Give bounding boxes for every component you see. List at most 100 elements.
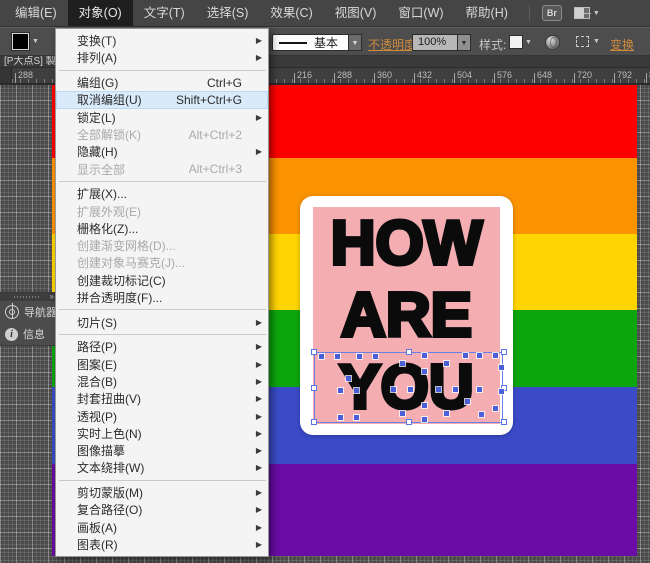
selection-handle[interactable] [501, 419, 507, 425]
menu-item[interactable]: 扩展(X)... [56, 185, 268, 202]
menu-item[interactable]: 剪切蒙版(M)▶ [56, 484, 268, 501]
menubar-item[interactable]: 编辑(E) [4, 0, 68, 26]
sticker-text-line[interactable]: HOW [313, 208, 500, 280]
anchor-point[interactable] [422, 403, 427, 408]
anchor-point[interactable] [493, 406, 498, 411]
menu-item[interactable]: 锁定(L)▶ [56, 109, 268, 126]
anchor-point[interactable] [499, 389, 504, 394]
anchor-point[interactable] [319, 354, 324, 359]
fill-color-swatch[interactable] [12, 33, 29, 50]
menu-item[interactable]: 排列(A)▶ [56, 49, 268, 66]
menubar-item[interactable]: 视图(V) [324, 0, 388, 26]
submenu-arrow-icon: ▶ [254, 446, 262, 455]
menu-separator [59, 309, 266, 310]
selection-handle[interactable] [311, 385, 317, 391]
anchor-point[interactable] [346, 376, 351, 381]
bridge-button[interactable]: Br [542, 5, 562, 21]
menu-item[interactable]: 创建裁切标记(C) [56, 272, 268, 289]
menu-item[interactable]: 图案(E)▶ [56, 356, 268, 373]
brush-dropdown-button[interactable]: ▼ [349, 34, 362, 51]
menubar-item[interactable]: 文字(T) [133, 0, 196, 26]
chevron-down-icon[interactable]: ▼ [525, 39, 532, 46]
dock-header[interactable]: » [0, 293, 56, 301]
anchor-point[interactable] [436, 387, 441, 392]
menu-item[interactable]: 复合路径(O)▶ [56, 501, 268, 518]
brush-name-label: 基本 [314, 34, 338, 51]
opacity-dropdown-button[interactable]: ▼ [458, 34, 471, 51]
menu-separator [59, 334, 266, 335]
menu-item[interactable]: 实时上色(N)▶ [56, 425, 268, 442]
selection-bounding-box[interactable] [314, 352, 503, 423]
ruler-number: 360 [377, 70, 392, 80]
anchor-point[interactable] [422, 369, 427, 374]
document-setup-globe-icon[interactable] [545, 35, 560, 50]
menu-item[interactable]: 混合(B)▶ [56, 373, 268, 390]
transform-link[interactable]: 变换 [610, 36, 634, 53]
anchor-point[interactable] [335, 354, 340, 359]
menubar-items: 编辑(E)对象(O)文字(T)选择(S)效果(C)视图(V)窗口(W)帮助(H) [4, 0, 519, 26]
anchor-point[interactable] [499, 365, 504, 370]
selection-handle[interactable] [406, 349, 412, 355]
anchor-point[interactable] [357, 354, 362, 359]
menu-item[interactable]: 栅格化(Z)... [56, 220, 268, 237]
menubar-item[interactable]: 窗口(W) [387, 0, 454, 26]
select-similar-control[interactable]: ▼ [576, 36, 600, 47]
menu-item[interactable]: 图表(R)▶ [56, 536, 268, 553]
opacity-value-field[interactable]: 100% [412, 34, 458, 51]
selection-handle[interactable] [311, 349, 317, 355]
expand-panels-icon[interactable]: » [50, 292, 54, 301]
menu-item[interactable]: 拼合透明度(F)... [56, 289, 268, 306]
anchor-point[interactable] [465, 399, 470, 404]
chevron-down-icon[interactable]: ▼ [32, 38, 39, 45]
anchor-point[interactable] [422, 353, 427, 358]
anchor-point[interactable] [354, 388, 359, 393]
menu-item[interactable]: 切片(S)▶ [56, 314, 268, 331]
anchor-point[interactable] [444, 411, 449, 416]
anchor-point[interactable] [479, 412, 484, 417]
panel-tab-info[interactable]: i 信息 [0, 323, 56, 345]
menu-item[interactable]: 图像描摹▶ [56, 442, 268, 459]
anchor-point[interactable] [422, 417, 427, 422]
anchor-point[interactable] [338, 415, 343, 420]
selection-handle[interactable] [501, 349, 507, 355]
anchor-point[interactable] [493, 353, 498, 358]
ruler-major-tick [574, 73, 575, 83]
panel-tab-navigator[interactable]: 导航器 [0, 301, 56, 323]
selection-handle[interactable] [311, 419, 317, 425]
menubar-item[interactable]: 帮助(H) [455, 0, 519, 26]
menu-item[interactable]: 编组(G)Ctrl+G [56, 74, 268, 91]
panel-label: 信息 [23, 326, 45, 342]
menu-item[interactable]: 路径(P)▶ [56, 338, 268, 355]
menu-item[interactable]: 画板(A)▶ [56, 519, 268, 536]
menu-item[interactable]: 透视(P)▶ [56, 407, 268, 424]
selection-handle[interactable] [406, 419, 412, 425]
menu-item[interactable]: 隐藏(H)▶ [56, 143, 268, 160]
menu-item: 创建渐变网格(D)... [56, 237, 268, 254]
anchor-point[interactable] [400, 411, 405, 416]
menu-item[interactable]: 取消编组(U)Shift+Ctrl+G [56, 91, 268, 108]
anchor-point[interactable] [477, 353, 482, 358]
anchor-point[interactable] [391, 387, 396, 392]
anchor-point[interactable] [408, 387, 413, 392]
sticker-text-line[interactable]: ARE [313, 280, 500, 352]
menu-item[interactable]: 封套扭曲(V)▶ [56, 390, 268, 407]
anchor-point[interactable] [453, 387, 458, 392]
anchor-point[interactable] [338, 388, 343, 393]
panel-label: 导航器 [24, 304, 57, 320]
menu-item[interactable]: 变换(T)▶ [56, 32, 268, 49]
brush-definition-box[interactable]: 基本 [272, 34, 349, 51]
workspace-switcher-button[interactable]: ▼ [574, 7, 600, 19]
menubar-item[interactable]: 选择(S) [196, 0, 260, 26]
ruler-number: 432 [417, 70, 432, 80]
menubar-item[interactable]: 对象(O) [68, 0, 133, 26]
anchor-point[interactable] [463, 353, 468, 358]
anchor-point[interactable] [444, 361, 449, 366]
anchor-point[interactable] [400, 361, 405, 366]
anchor-point[interactable] [373, 354, 378, 359]
menubar-item[interactable]: 效果(C) [259, 0, 323, 26]
anchor-point[interactable] [354, 415, 359, 420]
document-tab-title[interactable]: [P大点S] 製 [4, 56, 56, 68]
style-swatch[interactable] [509, 35, 523, 49]
anchor-point[interactable] [477, 387, 482, 392]
menu-item[interactable]: 文本绕排(W)▶ [56, 459, 268, 476]
